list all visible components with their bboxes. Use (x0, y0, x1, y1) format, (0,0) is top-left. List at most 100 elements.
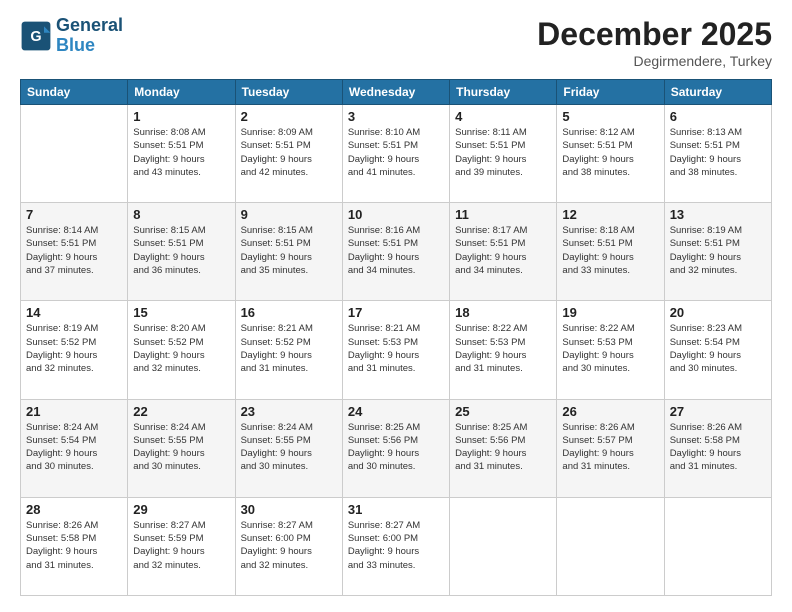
calendar-cell: 30 Sunrise: 8:27 AMSunset: 6:00 PMDayligh… (235, 497, 342, 595)
location: Degirmendere, Turkey (537, 53, 772, 69)
day-number: 5 (562, 109, 658, 124)
day-info: Sunrise: 8:23 AMSunset: 5:54 PMDaylight:… (670, 322, 766, 375)
logo: G General Blue (20, 16, 123, 56)
day-info: Sunrise: 8:14 AMSunset: 5:51 PMDaylight:… (26, 224, 122, 277)
day-info: Sunrise: 8:25 AMSunset: 5:56 PMDaylight:… (455, 421, 551, 474)
day-number: 2 (241, 109, 337, 124)
day-number: 28 (26, 502, 122, 517)
day-number: 19 (562, 305, 658, 320)
day-number: 11 (455, 207, 551, 222)
calendar-cell: 21 Sunrise: 8:24 AMSunset: 5:54 PMDayligh… (21, 399, 128, 497)
calendar-cell (21, 105, 128, 203)
day-of-week-saturday: Saturday (664, 80, 771, 105)
calendar-cell: 11 Sunrise: 8:17 AMSunset: 5:51 PMDayligh… (450, 203, 557, 301)
day-info: Sunrise: 8:11 AMSunset: 5:51 PMDaylight:… (455, 126, 551, 179)
day-number: 7 (26, 207, 122, 222)
day-number: 24 (348, 404, 444, 419)
day-of-week-friday: Friday (557, 80, 664, 105)
calendar-cell: 31 Sunrise: 8:27 AMSunset: 6:00 PMDayligh… (342, 497, 449, 595)
day-info: Sunrise: 8:24 AMSunset: 5:55 PMDaylight:… (241, 421, 337, 474)
page: G General Blue December 2025 Degirmender… (0, 0, 792, 612)
day-of-week-wednesday: Wednesday (342, 80, 449, 105)
day-info: Sunrise: 8:26 AMSunset: 5:58 PMDaylight:… (26, 519, 122, 572)
calendar-cell: 25Sunrise: 8:25 AMSunset: 5:56 PMDayligh… (450, 399, 557, 497)
calendar-cell: 9Sunrise: 8:15 AMSunset: 5:51 PMDaylight… (235, 203, 342, 301)
day-info: Sunrise: 8:10 AMSunset: 5:51 PMDaylight:… (348, 126, 444, 179)
day-number: 16 (241, 305, 337, 320)
logo-text: General Blue (56, 16, 123, 56)
calendar-week-row: 14 Sunrise: 8:19 AMSunset: 5:52 PMDayligh… (21, 301, 772, 399)
calendar-week-row: 1Sunrise: 8:08 AMSunset: 5:51 PMDaylight… (21, 105, 772, 203)
day-number: 27 (670, 404, 766, 419)
day-number: 14 (26, 305, 122, 320)
calendar-cell: 26 Sunrise: 8:26 AMSunset: 5:57 PMDayligh… (557, 399, 664, 497)
day-info: Sunrise: 8:08 AMSunset: 5:51 PMDaylight:… (133, 126, 229, 179)
calendar-cell: 14 Sunrise: 8:19 AMSunset: 5:52 PMDayligh… (21, 301, 128, 399)
calendar-cell: 1Sunrise: 8:08 AMSunset: 5:51 PMDaylight… (128, 105, 235, 203)
day-number: 4 (455, 109, 551, 124)
calendar-cell: 6Sunrise: 8:13 AMSunset: 5:51 PMDaylight… (664, 105, 771, 203)
calendar-table: SundayMondayTuesdayWednesdayThursdayFrid… (20, 79, 772, 596)
calendar-cell: 10 Sunrise: 8:16 AMSunset: 5:51 PMDayligh… (342, 203, 449, 301)
day-of-week-sunday: Sunday (21, 80, 128, 105)
calendar-cell: 13 Sunrise: 8:19 AMSunset: 5:51 PMDayligh… (664, 203, 771, 301)
day-number: 30 (241, 502, 337, 517)
calendar-cell: 4 Sunrise: 8:11 AMSunset: 5:51 PMDaylight… (450, 105, 557, 203)
day-number: 15 (133, 305, 229, 320)
day-number: 18 (455, 305, 551, 320)
calendar-cell: 23 Sunrise: 8:24 AMSunset: 5:55 PMDayligh… (235, 399, 342, 497)
day-number: 21 (26, 404, 122, 419)
day-info: Sunrise: 8:26 AMSunset: 5:57 PMDaylight:… (562, 421, 658, 474)
calendar-cell: 19Sunrise: 8:22 AMSunset: 5:53 PMDayligh… (557, 301, 664, 399)
calendar-cell: 12Sunrise: 8:18 AMSunset: 5:51 PMDayligh… (557, 203, 664, 301)
day-info: Sunrise: 8:19 AMSunset: 5:52 PMDaylight:… (26, 322, 122, 375)
day-of-week-monday: Monday (128, 80, 235, 105)
calendar-header-row: SundayMondayTuesdayWednesdayThursdayFrid… (21, 80, 772, 105)
calendar-cell (450, 497, 557, 595)
calendar-cell: 24 Sunrise: 8:25 AMSunset: 5:56 PMDayligh… (342, 399, 449, 497)
calendar-cell: 2 Sunrise: 8:09 AMSunset: 5:51 PMDaylight… (235, 105, 342, 203)
day-info: Sunrise: 8:27 AMSunset: 5:59 PMDaylight:… (133, 519, 229, 572)
day-info: Sunrise: 8:09 AMSunset: 5:51 PMDaylight:… (241, 126, 337, 179)
svg-text:G: G (30, 29, 41, 45)
day-of-week-tuesday: Tuesday (235, 80, 342, 105)
day-number: 31 (348, 502, 444, 517)
day-number: 6 (670, 109, 766, 124)
day-number: 13 (670, 207, 766, 222)
day-number: 3 (348, 109, 444, 124)
day-info: Sunrise: 8:19 AMSunset: 5:51 PMDaylight:… (670, 224, 766, 277)
calendar-cell: 3 Sunrise: 8:10 AMSunset: 5:51 PMDaylight… (342, 105, 449, 203)
day-info: Sunrise: 8:25 AMSunset: 5:56 PMDaylight:… (348, 421, 444, 474)
day-info: Sunrise: 8:24 AMSunset: 5:54 PMDaylight:… (26, 421, 122, 474)
day-info: Sunrise: 8:21 AMSunset: 5:52 PMDaylight:… (241, 322, 337, 375)
day-info: Sunrise: 8:15 AMSunset: 5:51 PMDaylight:… (241, 224, 337, 277)
calendar-cell (664, 497, 771, 595)
header: G General Blue December 2025 Degirmender… (20, 16, 772, 69)
day-number: 23 (241, 404, 337, 419)
calendar-cell: 8Sunrise: 8:15 AMSunset: 5:51 PMDaylight… (128, 203, 235, 301)
calendar-cell: 29Sunrise: 8:27 AMSunset: 5:59 PMDayligh… (128, 497, 235, 595)
day-info: Sunrise: 8:24 AMSunset: 5:55 PMDaylight:… (133, 421, 229, 474)
calendar-cell: 16 Sunrise: 8:21 AMSunset: 5:52 PMDayligh… (235, 301, 342, 399)
day-number: 10 (348, 207, 444, 222)
calendar-cell (557, 497, 664, 595)
calendar-week-row: 28 Sunrise: 8:26 AMSunset: 5:58 PMDayligh… (21, 497, 772, 595)
calendar-cell: 15Sunrise: 8:20 AMSunset: 5:52 PMDayligh… (128, 301, 235, 399)
day-info: Sunrise: 8:17 AMSunset: 5:51 PMDaylight:… (455, 224, 551, 277)
day-number: 20 (670, 305, 766, 320)
day-info: Sunrise: 8:16 AMSunset: 5:51 PMDaylight:… (348, 224, 444, 277)
day-info: Sunrise: 8:27 AMSunset: 6:00 PMDaylight:… (348, 519, 444, 572)
day-info: Sunrise: 8:27 AMSunset: 6:00 PMDaylight:… (241, 519, 337, 572)
logo-line2: Blue (56, 35, 95, 55)
day-info: Sunrise: 8:21 AMSunset: 5:53 PMDaylight:… (348, 322, 444, 375)
day-info: Sunrise: 8:26 AMSunset: 5:58 PMDaylight:… (670, 421, 766, 474)
calendar-week-row: 21 Sunrise: 8:24 AMSunset: 5:54 PMDayligh… (21, 399, 772, 497)
day-info: Sunrise: 8:12 AMSunset: 5:51 PMDaylight:… (562, 126, 658, 179)
calendar-cell: 5 Sunrise: 8:12 AMSunset: 5:51 PMDaylight… (557, 105, 664, 203)
title-block: December 2025 Degirmendere, Turkey (537, 16, 772, 69)
calendar-cell: 18Sunrise: 8:22 AMSunset: 5:53 PMDayligh… (450, 301, 557, 399)
calendar-cell: 7 Sunrise: 8:14 AMSunset: 5:51 PMDaylight… (21, 203, 128, 301)
calendar-cell: 20 Sunrise: 8:23 AMSunset: 5:54 PMDayligh… (664, 301, 771, 399)
day-number: 26 (562, 404, 658, 419)
day-number: 17 (348, 305, 444, 320)
